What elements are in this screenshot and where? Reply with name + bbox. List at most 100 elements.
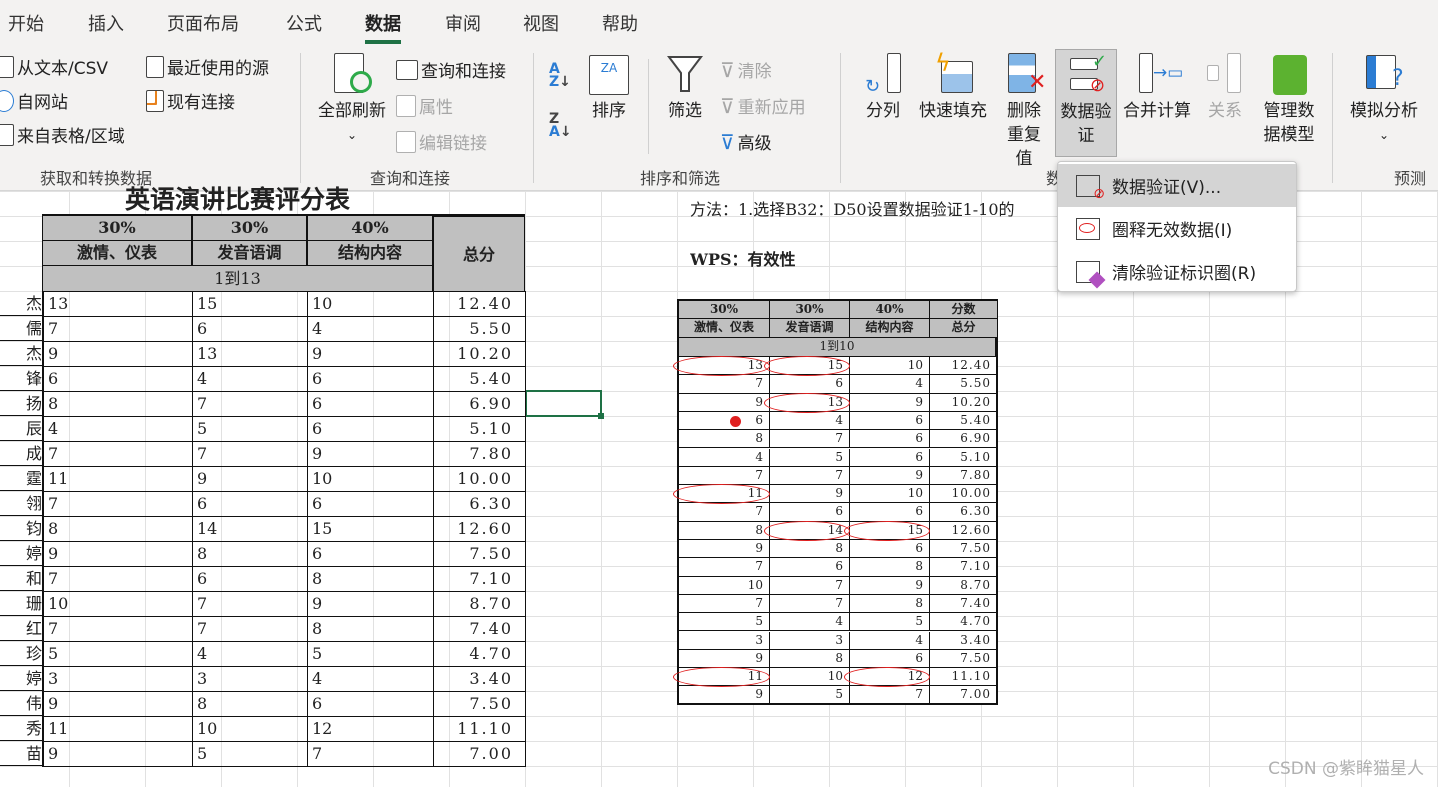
queries-connections-button[interactable]: 查询和连接: [396, 57, 506, 82]
score-cell: 6: [192, 316, 308, 342]
pane-icon: [396, 59, 418, 80]
score-cell: 7: [307, 741, 434, 767]
score-cell: 7: [679, 375, 770, 394]
name-cell: 苗: [0, 741, 42, 766]
wps-note: WPS：有效性: [690, 250, 796, 269]
score-cell: 7.80: [433, 441, 526, 467]
score-cell: 5: [770, 686, 850, 705]
funnel-icon: [665, 53, 705, 95]
score-cell: 7: [770, 466, 850, 486]
score-cell: 5.10: [433, 416, 526, 442]
refresh-icon: [332, 53, 372, 95]
existing-connections-button[interactable]: 现有连接: [146, 88, 235, 113]
score-cell: 7.50: [930, 540, 998, 559]
separator: [648, 59, 649, 154]
consolidate-button[interactable]: →▭ 合并计算: [1120, 53, 1194, 123]
score-cell: 6.30: [433, 491, 526, 517]
score-cell: 9: [850, 576, 930, 595]
menu-item-circle-invalid[interactable]: 圈释无效数据(I): [1058, 207, 1296, 250]
refresh-all-button[interactable]: 全部刷新 ⌄: [312, 53, 392, 147]
manage-data-model-button[interactable]: 管理数据模型: [1256, 53, 1322, 147]
score-cell: 15: [192, 291, 308, 317]
score-cell: 10: [679, 576, 770, 595]
score-cell: 3: [679, 631, 770, 650]
from-table-button[interactable]: 来自表格/区域: [0, 122, 125, 147]
from-text-csv-button[interactable]: 从文本/CSV: [0, 54, 108, 79]
menu-item-clear-circles[interactable]: 清除验证标识圈(R): [1058, 250, 1296, 293]
score-cell: 7: [42, 441, 193, 467]
score-cell: 9: [307, 441, 434, 467]
score-cell: 4: [192, 641, 308, 667]
tab-formulas[interactable]: 公式: [286, 10, 322, 36]
what-if-analysis-button[interactable]: ? 模拟分析 ⌄: [1344, 53, 1424, 147]
properties-button: 属性: [396, 93, 453, 118]
selected-cell[interactable]: [525, 390, 604, 419]
sort-button[interactable]: ZA 排序: [584, 53, 634, 123]
score-cell: 5.10: [930, 448, 998, 467]
score-cell: 9: [679, 649, 770, 669]
database-file-icon: [146, 89, 164, 112]
score-cell: 7.50: [930, 649, 998, 669]
name-cell: 婷: [0, 666, 42, 691]
recent-sources-button[interactable]: 最近使用的源: [146, 54, 269, 79]
tab-view[interactable]: 视图: [523, 10, 559, 36]
score-cell: 8: [192, 691, 308, 717]
score-cell: 3.40: [433, 666, 526, 692]
tab-home[interactable]: 开始: [8, 10, 44, 36]
score-cell: 7: [192, 616, 308, 642]
score-cell: 8: [770, 540, 850, 559]
score-cell: 15: [307, 516, 434, 542]
method-note: 方法：1.选择B32：D50设置数据验证1-10的: [690, 200, 1015, 219]
sort-descending-button[interactable]: Z A↓: [549, 112, 572, 139]
tab-page-layout[interactable]: 页面布局: [167, 10, 239, 36]
score-cell: 6.30: [930, 503, 998, 522]
data-validation-button[interactable]: ✓ ⊘ 数据验证: [1055, 49, 1117, 157]
from-web-button[interactable]: 自网站: [0, 88, 68, 113]
sort-ascending-button[interactable]: A Z↓: [549, 62, 571, 89]
score-cell: 4: [307, 666, 434, 692]
score-cell: 3: [42, 666, 193, 692]
flash-fill-button[interactable]: ϟ 快速填充: [915, 51, 991, 123]
tab-review[interactable]: 审阅: [445, 10, 481, 36]
advanced-filter-icon: ⊽: [720, 129, 735, 154]
tab-data[interactable]: 数据: [365, 10, 401, 44]
score-cell: 10: [307, 466, 434, 492]
score-cell: 6: [192, 491, 308, 517]
range-row: 1到10: [679, 338, 996, 357]
name-cell: 儒: [0, 316, 42, 341]
score-cell: 9: [307, 591, 434, 617]
weight-header: 30%: [770, 301, 850, 319]
tab-insert[interactable]: 插入: [88, 10, 124, 36]
invalid-data-circle: [844, 520, 930, 541]
score-cell: 6: [307, 366, 434, 392]
fill-handle[interactable]: [598, 413, 604, 419]
score-cell: 10.00: [433, 466, 526, 492]
score-cell: 7: [192, 591, 308, 617]
menu-item-data-validation[interactable]: ⊘ 数据验证(V)...: [1058, 164, 1296, 207]
link-file-icon: [396, 130, 416, 153]
text-to-columns-button[interactable]: ↻ 分列: [858, 53, 908, 123]
group-divider: [840, 53, 841, 183]
score-cell: 9: [679, 393, 770, 412]
invalid-data-circle: [673, 667, 770, 688]
score-cell: 10: [850, 357, 930, 376]
score-cell: 6: [770, 375, 850, 394]
score-cell: 3.40: [930, 631, 998, 650]
score-cell: 7: [42, 491, 193, 517]
name-cell: 扬: [0, 391, 42, 416]
circle-invalid-icon: [1076, 217, 1100, 240]
score-cell: 13: [192, 341, 308, 367]
invalid-data-circle: [673, 356, 770, 376]
score-cell: 5.50: [433, 316, 526, 342]
tab-help[interactable]: 帮助: [602, 10, 638, 36]
remove-duplicates-button[interactable]: ✕ 删除重复值: [995, 53, 1053, 171]
score-cell: 5.40: [433, 366, 526, 392]
score-cell: 4: [679, 448, 770, 467]
group-divider: [533, 53, 534, 183]
group-divider: [300, 53, 301, 183]
clear-filter-button: ⊽ 清除: [720, 57, 772, 83]
weight-header: 40%: [850, 301, 930, 319]
filter-button[interactable]: 筛选: [660, 53, 710, 123]
advanced-filter-button[interactable]: ⊽ 高级: [720, 129, 772, 155]
data-validation-icon: ⊘: [1076, 174, 1105, 202]
